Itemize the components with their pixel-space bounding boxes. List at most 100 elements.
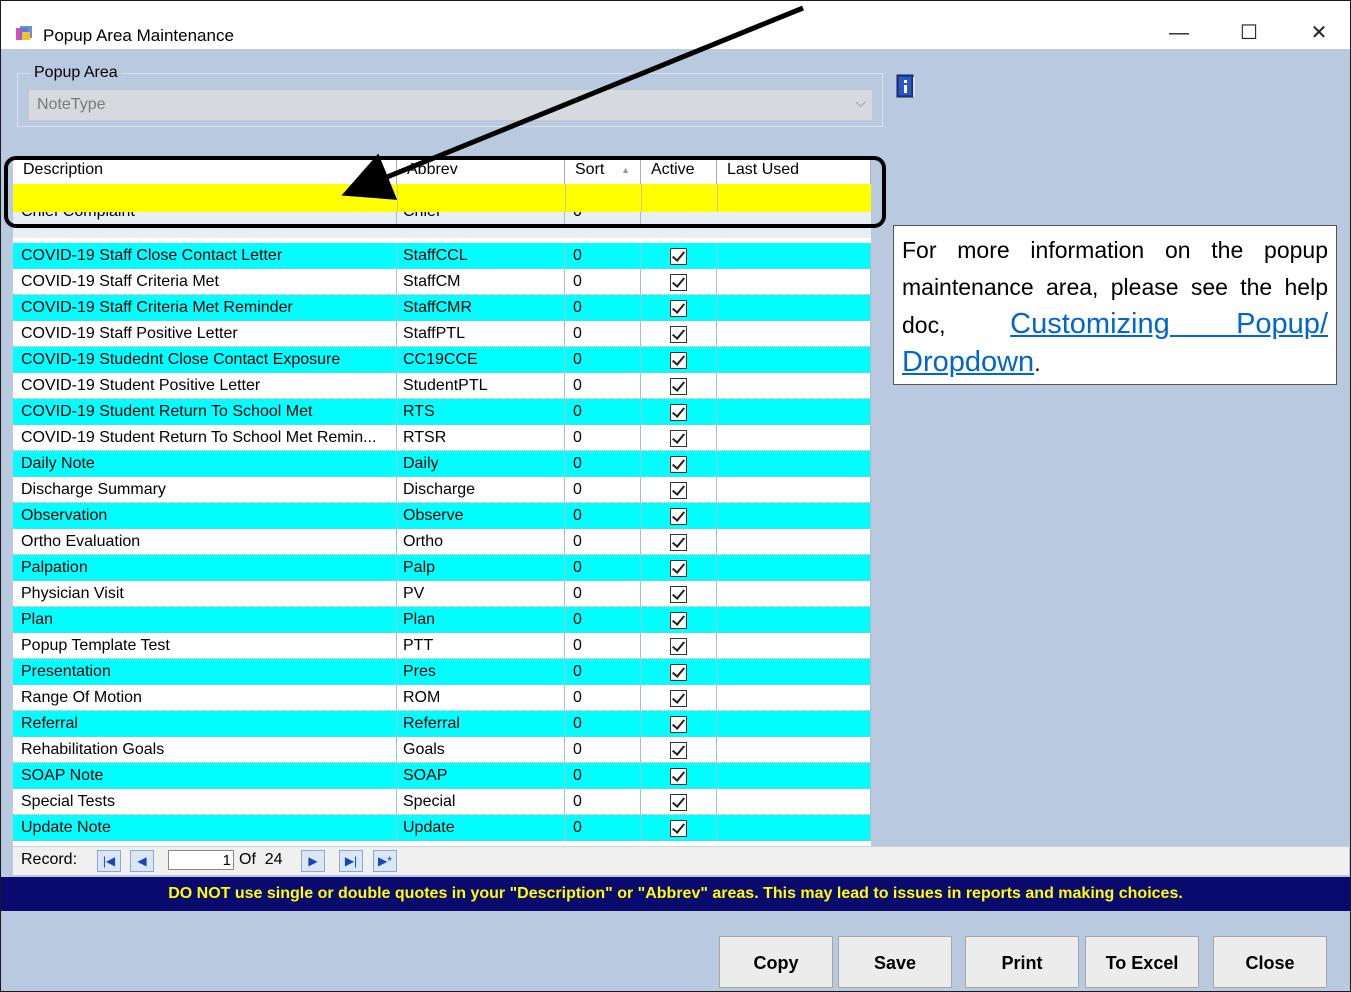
- table-row[interactable]: Physician Visit PV 0: [13, 581, 871, 607]
- maximize-button[interactable]: ☐: [1226, 17, 1272, 49]
- next-record-button[interactable]: ▶: [301, 850, 325, 872]
- new-record-button[interactable]: ▶*: [373, 850, 397, 872]
- active-checkbox[interactable]: [670, 768, 687, 785]
- cell-sort: 0: [565, 659, 641, 685]
- active-checkbox[interactable]: [670, 612, 687, 629]
- cell-description: Update Note: [13, 815, 397, 841]
- cell-sort: 0: [565, 451, 641, 477]
- active-checkbox[interactable]: [670, 534, 687, 551]
- active-checkbox[interactable]: [670, 274, 687, 291]
- table-row[interactable]: Discharge Summary Discharge 0: [13, 477, 871, 503]
- active-checkbox[interactable]: [670, 456, 687, 473]
- cell-abbrev: ROM: [397, 685, 565, 711]
- cell-last-used: [717, 659, 871, 685]
- active-checkbox[interactable]: [670, 690, 687, 707]
- table-row[interactable]: COVID-19 Studednt Close Contact Exposure…: [13, 347, 871, 373]
- table-row[interactable]: Palpation Palp 0: [13, 555, 871, 581]
- active-checkbox[interactable]: [670, 586, 687, 603]
- active-checkbox[interactable]: [670, 716, 687, 733]
- cell-active: [641, 321, 717, 347]
- active-checkbox[interactable]: [670, 430, 687, 447]
- active-checkbox[interactable]: [670, 248, 687, 265]
- cell-sort: 0: [565, 555, 641, 581]
- active-checkbox[interactable]: [670, 352, 687, 369]
- cell-sort: 0: [565, 477, 641, 503]
- cell-last-used: [717, 295, 871, 321]
- cell-sort: 0: [565, 789, 641, 815]
- first-record-button[interactable]: |◀: [97, 850, 121, 872]
- cell-last-used: [717, 503, 871, 529]
- minimize-button[interactable]: —: [1156, 17, 1202, 49]
- active-checkbox[interactable]: [670, 404, 687, 421]
- cell-active: [641, 373, 717, 399]
- popup-area-label: Popup Area: [31, 64, 121, 82]
- cell-sort: 0: [565, 321, 641, 347]
- active-checkbox[interactable]: [670, 378, 687, 395]
- cell-active: [641, 243, 717, 269]
- table-row[interactable]: Plan Plan 0: [13, 607, 871, 633]
- table-row[interactable]: Update Note Update 0: [13, 815, 871, 841]
- cell-abbrev: PV: [397, 581, 565, 607]
- close-window-button[interactable]: ✕: [1296, 17, 1342, 49]
- table-row[interactable]: Popup Template Test PTT 0: [13, 633, 871, 659]
- table-row[interactable]: SOAP Note SOAP 0: [13, 763, 871, 789]
- chevron-down-icon: ⌵: [855, 94, 866, 110]
- cell-last-used: [717, 269, 871, 295]
- cell-description: Special Tests: [13, 789, 397, 815]
- save-button[interactable]: Save: [838, 936, 952, 988]
- table-row[interactable]: Range Of Motion ROM 0: [13, 685, 871, 711]
- table-row[interactable]: Referral Referral 0: [13, 711, 871, 737]
- cell-sort: 0: [565, 685, 641, 711]
- cell-description: Observation: [13, 503, 397, 529]
- table-row[interactable]: Observation Observe 0: [13, 503, 871, 529]
- copy-button[interactable]: Copy: [719, 936, 833, 988]
- active-checkbox[interactable]: [670, 326, 687, 343]
- active-checkbox[interactable]: [670, 508, 687, 525]
- table-row[interactable]: COVID-19 Student Positive Letter StudentP…: [13, 373, 871, 399]
- active-checkbox[interactable]: [670, 560, 687, 577]
- cell-last-used: [717, 425, 871, 451]
- current-record-input[interactable]: 1: [168, 850, 234, 870]
- active-checkbox[interactable]: [670, 820, 687, 837]
- cell-last-used: [717, 815, 871, 841]
- cell-description: COVID-19 Student Return To School Met Re…: [13, 425, 397, 451]
- cell-sort: 0: [565, 503, 641, 529]
- cell-abbrev: Palp: [397, 555, 565, 581]
- active-checkbox[interactable]: [670, 638, 687, 655]
- active-checkbox[interactable]: [670, 482, 687, 499]
- cell-sort: 0: [565, 347, 641, 373]
- table-row[interactable]: COVID-19 Student Return To School Met RTS…: [13, 399, 871, 425]
- active-checkbox[interactable]: [670, 742, 687, 759]
- table-row[interactable]: Special Tests Special 0: [13, 789, 871, 815]
- previous-record-button[interactable]: ◀: [130, 850, 154, 872]
- active-checkbox[interactable]: [670, 664, 687, 681]
- title-bar: Popup Area Maintenance — ☐ ✕: [1, 1, 1350, 49]
- last-record-button[interactable]: ▶|: [339, 850, 363, 872]
- table-row[interactable]: Rehabilitation Goals Goals 0: [13, 737, 871, 763]
- table-row[interactable]: COVID-19 Staff Criteria Met Reminder Staf…: [13, 295, 871, 321]
- cell-last-used: [717, 633, 871, 659]
- table-row[interactable]: COVID-19 Staff Close Contact Letter Staff…: [13, 243, 871, 269]
- close-button[interactable]: Close: [1213, 936, 1327, 988]
- cell-abbrev: StaffPTL: [397, 321, 565, 347]
- cell-sort: 0: [565, 633, 641, 659]
- cell-last-used: [717, 347, 871, 373]
- cell-active: [641, 815, 717, 841]
- table-row[interactable]: Presentation Pres 0: [13, 659, 871, 685]
- table-row[interactable]: Daily Note Daily 0: [13, 451, 871, 477]
- cell-sort: 0: [565, 529, 641, 555]
- table-row[interactable]: COVID-19 Staff Positive Letter StaffPTL 0: [13, 321, 871, 347]
- cell-active: [641, 555, 717, 581]
- cell-abbrev: PTT: [397, 633, 565, 659]
- active-checkbox[interactable]: [670, 794, 687, 811]
- table-row[interactable]: COVID-19 Staff Criteria Met StaffCM 0: [13, 269, 871, 295]
- table-row[interactable]: Ortho Evaluation Ortho 0: [13, 529, 871, 555]
- cell-sort: 0: [565, 243, 641, 269]
- active-checkbox[interactable]: [670, 300, 687, 317]
- popup-area-select[interactable]: NoteType ⌵: [28, 89, 873, 121]
- table-row[interactable]: COVID-19 Student Return To School Met Re…: [13, 425, 871, 451]
- help-book-icon[interactable]: [894, 73, 918, 101]
- print-button[interactable]: Print: [965, 936, 1079, 988]
- cell-last-used: [717, 737, 871, 763]
- to-excel-button[interactable]: To Excel: [1085, 936, 1199, 988]
